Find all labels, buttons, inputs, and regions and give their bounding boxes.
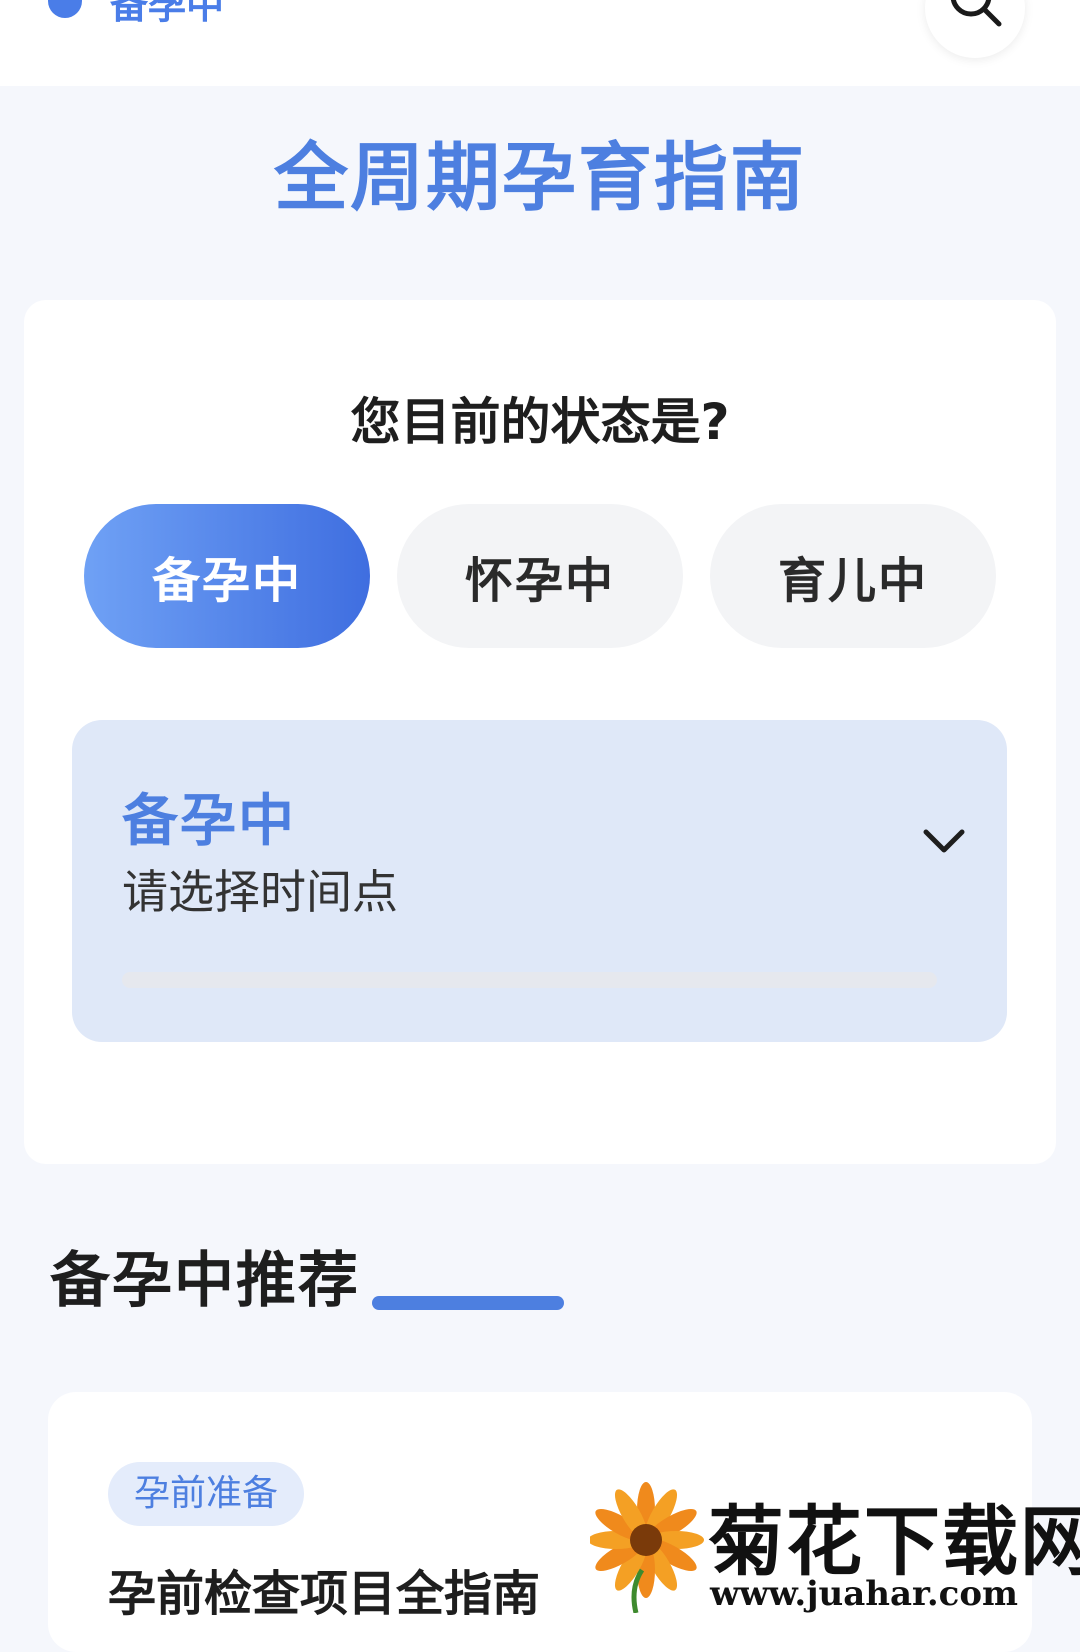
status-option-pregnant[interactable]: 怀孕中	[397, 504, 683, 648]
recommend-section-title: 备孕中推荐	[50, 1246, 360, 1316]
status-question: 您目前的状态是?	[350, 393, 730, 451]
recommend-card-title[interactable]: 孕前检查项目全指南	[108, 1554, 540, 1624]
search-button[interactable]	[925, 0, 1025, 58]
section-title-underline	[372, 1296, 564, 1310]
status-card: 您目前的状态是? 备孕中 怀孕中 育儿中 备孕中 请选择时间点	[24, 300, 1056, 1164]
flower-logo-icon	[590, 1482, 704, 1613]
status-option-preparing[interactable]: 备孕中	[84, 504, 370, 648]
watermark-url: www.juahar.com	[710, 1574, 1019, 1614]
top-status-label[interactable]: 备孕中	[110, 0, 224, 29]
status-option-parenting[interactable]: 育儿中	[710, 504, 996, 648]
time-point-track[interactable]	[122, 972, 937, 988]
page-title: 全周期孕育指南	[274, 135, 806, 221]
top-bar: 备孕中	[0, 0, 1080, 86]
time-point-selector[interactable]: 备孕中 请选择时间点	[72, 720, 1007, 1042]
watermark: 菊花下载网 www.juahar.com	[590, 1478, 1080, 1614]
search-icon	[950, 0, 1002, 27]
time-point-hint: 请选择时间点	[122, 865, 398, 919]
status-dot-icon	[48, 0, 82, 18]
category-tag[interactable]: 孕前准备	[108, 1462, 305, 1526]
selected-stage-label: 备孕中	[122, 789, 296, 854]
chevron-down-icon[interactable]	[922, 828, 966, 856]
